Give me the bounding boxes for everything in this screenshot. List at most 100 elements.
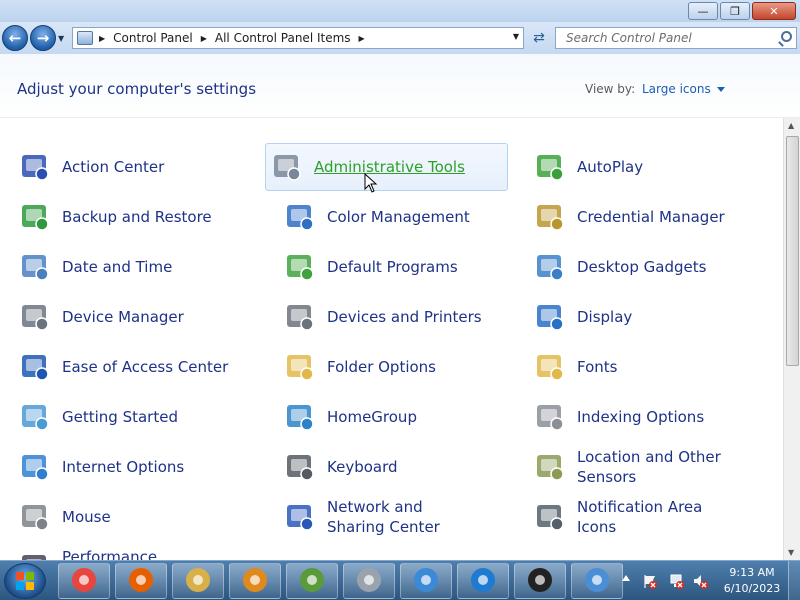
control-panel-item-label: Location and Other Sensors xyxy=(577,448,721,486)
control-panel-item-label: Internet Options xyxy=(62,458,185,476)
security-lock-icon xyxy=(526,566,554,597)
search-input[interactable]: Search Control Panel xyxy=(555,27,797,49)
control-panel-item[interactable]: Ease of Access Center xyxy=(0,343,242,391)
volume-muted-icon[interactable] xyxy=(692,573,708,589)
control-panel-item[interactable]: Display xyxy=(515,293,757,341)
show-desktop-button[interactable] xyxy=(788,561,800,600)
gear-checklist-icon xyxy=(270,150,304,184)
control-panel-item-label: Administrative Tools xyxy=(314,158,465,176)
forward-button[interactable]: → xyxy=(30,25,56,51)
network-lock-icon xyxy=(412,566,440,597)
taskbar-app-button[interactable] xyxy=(400,563,452,599)
chrome-icon xyxy=(70,566,98,597)
control-panel-item-label: Credential Manager xyxy=(577,208,725,226)
control-panel-item-label: Folder Options xyxy=(327,358,436,376)
chevron-down-icon xyxy=(716,87,725,92)
control-panel-item[interactable]: Color Management xyxy=(265,193,507,241)
address-bar[interactable]: ▶ Control Panel ▶ All Control Panel Item… xyxy=(72,27,524,49)
control-panel-item[interactable]: Credential Manager xyxy=(515,193,757,241)
scroll-down-icon[interactable]: ▼ xyxy=(788,548,794,557)
forward-arrow-icon: → xyxy=(36,29,50,47)
color-management-icon xyxy=(283,200,317,234)
control-panel-item[interactable]: Keyboard xyxy=(265,443,507,491)
address-dropdown-icon[interactable]: ▼ xyxy=(513,32,519,41)
control-panel-item[interactable]: Folder Options xyxy=(265,343,507,391)
taskbar-app-button[interactable] xyxy=(115,563,167,599)
control-panel-item-label: Color Management xyxy=(327,208,470,226)
network-icon xyxy=(283,500,317,534)
control-panel-item[interactable]: Backup and Restore xyxy=(0,193,242,241)
control-panel-item-label: Backup and Restore xyxy=(62,208,212,226)
refresh-button[interactable]: ⇄ xyxy=(528,27,550,49)
taskbar-app-button[interactable] xyxy=(229,563,281,599)
chevron-right-icon[interactable]: ▶ xyxy=(359,34,365,43)
action-center-flag-icon[interactable] xyxy=(642,573,658,589)
taskbar-app-button[interactable] xyxy=(58,563,110,599)
control-panel-item[interactable]: Performance Information xyxy=(0,543,242,560)
scroll-up-icon[interactable]: ▲ xyxy=(788,121,794,130)
taskbar-app-button[interactable] xyxy=(343,563,395,599)
taskbar-app-button[interactable] xyxy=(571,563,623,599)
control-panel-item[interactable]: Fonts xyxy=(515,343,757,391)
control-panel-item[interactable]: HomeGroup xyxy=(265,393,507,441)
firefox-icon xyxy=(127,566,155,597)
control-panel-item[interactable]: Location and Other Sensors xyxy=(515,443,757,491)
control-panel-item[interactable]: Indexing Options xyxy=(515,393,757,441)
control-panel-item-label: Indexing Options xyxy=(577,408,705,426)
control-panel-item-label: AutoPlay xyxy=(577,158,644,176)
vertical-scrollbar[interactable]: ▲ ▼ xyxy=(783,118,800,560)
performance-icon xyxy=(18,550,52,560)
close-button[interactable]: ✕ xyxy=(752,2,796,20)
chevron-right-icon[interactable]: ▶ xyxy=(99,34,105,43)
control-panel-item[interactable]: Internet Options xyxy=(0,443,242,491)
start-button[interactable] xyxy=(4,563,46,599)
taskbar-app-button[interactable] xyxy=(514,563,566,599)
network-status-icon[interactable] xyxy=(668,573,684,589)
control-panel-item-label: Network and Sharing Center xyxy=(327,498,440,536)
control-panel-item-label: Date and Time xyxy=(62,258,173,276)
explorer-icon xyxy=(184,566,212,597)
show-hidden-icons-icon[interactable] xyxy=(622,575,630,581)
control-panel-item[interactable]: Devices and Printers xyxy=(265,293,507,341)
view-by-dropdown[interactable]: Large icons xyxy=(642,82,725,96)
control-panel-item[interactable]: Getting Started xyxy=(0,393,242,441)
taskbar-app-button[interactable] xyxy=(172,563,224,599)
control-panel-item[interactable]: Network and Sharing Center xyxy=(265,493,507,541)
recent-pages-dropdown[interactable]: ▼ xyxy=(58,34,64,43)
chevron-right-icon[interactable]: ▶ xyxy=(201,34,207,43)
keyboard-icon xyxy=(283,450,317,484)
breadcrumb-control-panel[interactable]: Control Panel xyxy=(113,31,193,45)
control-panel-item[interactable]: Default Programs xyxy=(265,243,507,291)
taskbar-app-button[interactable] xyxy=(286,563,338,599)
control-panel-item-label: Notification Area Icons xyxy=(577,498,703,536)
search-magnifier-icon xyxy=(241,566,269,597)
window-controls: — ❐ ✕ xyxy=(688,2,796,20)
control-panel-item[interactable]: Date and Time xyxy=(0,243,242,291)
control-panel-item[interactable]: Notification Area Icons xyxy=(515,493,757,541)
view-by-label: View by: xyxy=(585,82,636,96)
minimize-button[interactable]: — xyxy=(688,2,718,20)
control-panel-item[interactable]: Action Center xyxy=(0,143,242,191)
back-button[interactable]: ← xyxy=(2,25,28,51)
taskbar-app-button[interactable] xyxy=(457,563,509,599)
control-panel-item-label: Ease of Access Center xyxy=(62,358,229,376)
breadcrumb-all-items[interactable]: All Control Panel Items xyxy=(215,31,351,45)
sensors-icon xyxy=(533,450,567,484)
control-panel-icon xyxy=(77,31,93,45)
view-by-value: Large icons xyxy=(642,82,711,96)
control-panel-item[interactable]: Device Manager xyxy=(0,293,242,341)
printer-icon xyxy=(355,566,383,597)
maximize-button[interactable]: ❐ xyxy=(720,2,750,20)
refresh-icon: ⇄ xyxy=(533,30,545,46)
gadgets-icon xyxy=(533,250,567,284)
control-panel-item[interactable]: Desktop Gadgets xyxy=(515,243,757,291)
scrollbar-thumb[interactable] xyxy=(786,136,799,366)
control-panel-item-label: Devices and Printers xyxy=(327,308,482,326)
control-panel-item[interactable]: Administrative Tools xyxy=(265,143,508,191)
clock[interactable]: 9:13 AM 6/10/2023 xyxy=(722,565,782,597)
folder-icon xyxy=(283,350,317,384)
globe-icon xyxy=(18,450,52,484)
control-panel-item[interactable]: AutoPlay xyxy=(515,143,757,191)
control-panel-item[interactable]: Mouse xyxy=(0,493,242,541)
search-icon[interactable] xyxy=(781,31,792,42)
